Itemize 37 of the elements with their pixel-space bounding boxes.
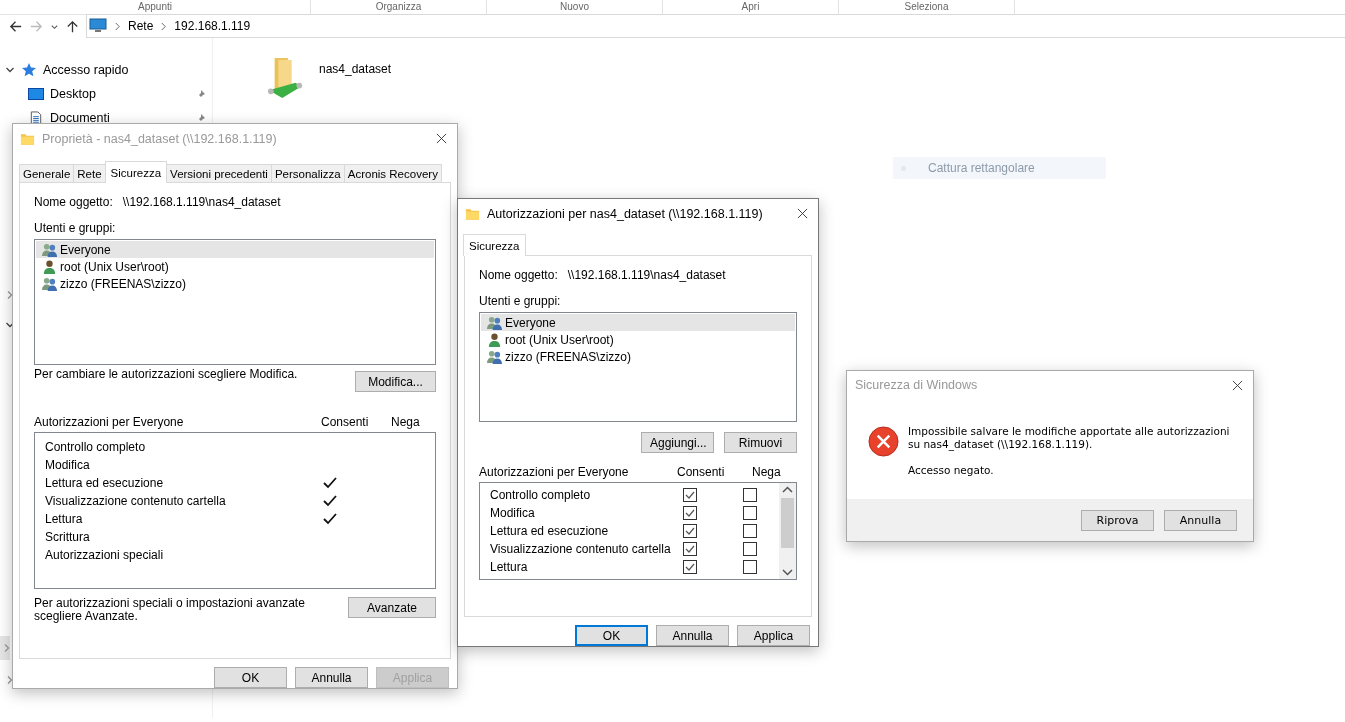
ribbon-group-label: Apri: [663, 0, 839, 14]
window-title: Autorizzazioni per nas4_dataset (\\192.168.1.119): [487, 206, 764, 221]
permission-name: Visualizzazione contenuto cartella: [490, 542, 672, 556]
window-title: Proprietà - nas4_dataset (\\192.168.1.119): [42, 131, 278, 146]
column-header: Nega: [752, 465, 782, 481]
ribbon-group-label: Appunti: [0, 0, 311, 14]
section-label: Utenti e gruppi:: [34, 221, 117, 237]
permission-name: Lettura ed esecuzione: [490, 524, 610, 538]
permission-name: Scrittura: [45, 530, 91, 544]
permission-name: Modifica: [45, 458, 91, 472]
section-label: Autorizzazioni per Everyone: [479, 465, 630, 481]
permission-name: Controllo completo: [490, 488, 592, 502]
permission-name: Lettura ed esecuzione: [45, 476, 165, 490]
ribbon-group-label: Nuovo: [487, 0, 663, 14]
column-header: Nega: [391, 415, 421, 431]
column-header: Consenti: [321, 415, 370, 431]
permission-name: Modifica: [490, 506, 536, 520]
window-title: Sicurezza di Windows: [855, 378, 979, 392]
permission-name: Visualizzazione contenuto cartella: [45, 494, 227, 508]
hint-text: Per cambiare le autorizzazioni scegliere Modifica.: [34, 367, 298, 381]
section-label: Utenti e gruppi:: [479, 294, 562, 310]
permission-name: Lettura: [490, 560, 529, 574]
ribbon-group-label: Organizza: [311, 0, 487, 14]
ribbon-group-label: Seleziona: [839, 0, 1015, 14]
snip-hint: Cattura rettangolare: [893, 157, 1106, 179]
hint-text: Per autorizzazioni speciali o impostazioni avanzate scegliere Avanzate.: [34, 597, 306, 623]
field-label: Nome oggetto:: [34, 195, 113, 211]
permission-name: Controllo completo: [45, 440, 147, 454]
object-name: \\192.168.1.119\nas4_dataset: [567, 268, 726, 284]
permission-name: Lettura: [45, 512, 84, 526]
permission-name: Autorizzazioni speciali: [45, 548, 165, 562]
section-label: Autorizzazioni per Everyone: [34, 415, 185, 431]
error-message: Impossibile salvare le modifiche apportate alle autorizzazioni su nas4_dataset (\\192.168.1.119).: [908, 425, 1231, 451]
column-header: Consenti: [677, 465, 726, 481]
field-label: Nome oggetto:: [479, 268, 558, 284]
object-name: \\192.168.1.119\nas4_dataset: [122, 195, 281, 211]
error-detail: Accesso negato.: [908, 464, 995, 477]
